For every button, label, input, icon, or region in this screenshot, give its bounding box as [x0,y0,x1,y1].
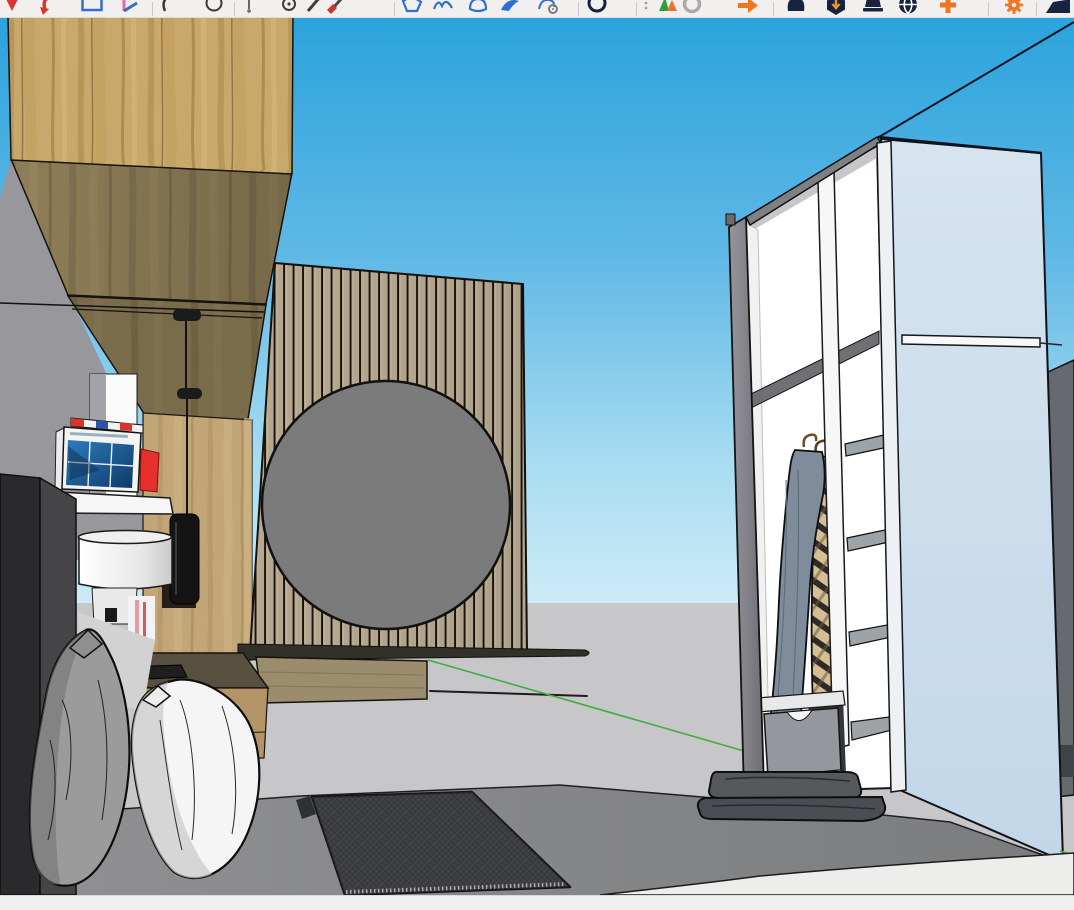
toolbar-separator [1036,2,1037,16]
blue-curves-tool-icon[interactable] [431,0,455,18]
axes-tool-icon[interactable] [116,0,140,18]
navy-wedge-extension-icon[interactable] [1046,0,1070,18]
3d-viewport[interactable] [0,17,1074,895]
toolbar-separator [394,2,395,16]
toolbar-separator [773,2,774,16]
toolbar-grip [634,0,658,18]
shelf-drawer-box [256,657,427,703]
toolbar-separator [234,2,235,16]
toolbar-separator [152,2,153,16]
tape-measure-tool-icon[interactable] [237,0,261,18]
door-handle [902,335,1040,347]
arc-tool-icon[interactable] [154,0,178,18]
orbit-tool-icon[interactable] [585,0,609,18]
round-mirror[interactable] [262,381,510,629]
rotate-tool-icon[interactable] [277,0,301,18]
eraser-tool-icon[interactable] [324,0,348,18]
folded-blankets[interactable] [698,772,885,821]
blue-polygon-tool-icon[interactable] [400,0,424,18]
navy-round-extension-icon[interactable] [784,0,808,18]
toolbar-separator [988,2,989,16]
orange-gear-icon[interactable] [1002,0,1026,18]
status-bar [0,895,1074,910]
gray-ring-icon[interactable] [680,0,704,18]
circle-tool-icon[interactable] [202,0,226,18]
pencil-tool-icon[interactable] [302,0,326,18]
blue-gear-tool-icon[interactable] [536,0,560,18]
rectangle-tool-icon[interactable] [80,0,104,18]
add-extension-icon[interactable] [936,0,960,18]
globe-extension-icon[interactable] [896,0,920,18]
blue-loop-tool-icon[interactable] [466,0,490,18]
blue-wing-tool-icon[interactable] [498,0,522,18]
wardrobe[interactable] [726,137,893,793]
green-extension-icon[interactable] [656,0,680,18]
select-tool-icon[interactable] [0,0,24,18]
toolbar [0,0,1074,18]
toolbar-separator [578,2,579,16]
download-extension-icon[interactable] [824,0,848,18]
red-book [140,449,159,492]
orange-arrow-icon[interactable] [736,0,760,18]
laptop-extension-icon[interactable] [861,0,885,18]
wardrobe-door[interactable] [877,137,1063,861]
undo-icon[interactable] [36,0,60,18]
